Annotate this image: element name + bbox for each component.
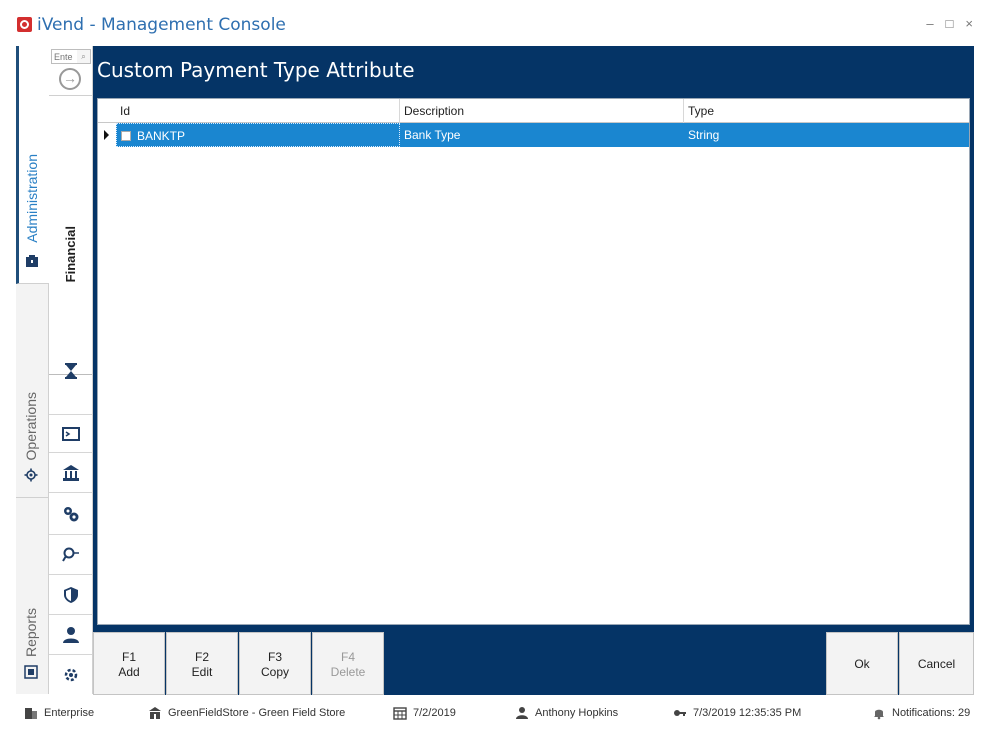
bank-icon [62, 464, 79, 481]
status-notifications[interactable]: Notifications: 29 [872, 706, 970, 720]
status-user: Anthony Hopkins [515, 706, 618, 720]
minimize-button[interactable]: – [926, 16, 933, 31]
edit-button-key: F2 [194, 650, 209, 664]
nav-item-hourglass[interactable] [49, 328, 92, 415]
edit-button-label: Edit [191, 665, 213, 679]
nav-item-settings[interactable] [49, 655, 92, 694]
key-search-icon [61, 547, 79, 562]
status-date: 7/2/2019 [393, 706, 456, 720]
status-date-text: 7/2/2019 [413, 707, 456, 719]
title-bar: iVend - Management Console – □ × [0, 0, 989, 46]
delete-button-label: Delete [330, 665, 366, 679]
add-button[interactable]: F1 Add [93, 632, 165, 695]
window-title: iVend - Management Console [37, 15, 286, 35]
nav-item-shield[interactable] [49, 575, 92, 615]
tab-reports-label: Reports [23, 608, 39, 658]
admin-icon [26, 255, 38, 267]
column-header-description[interactable]: Description [400, 99, 684, 123]
tab-reports[interactable]: Reports [16, 498, 49, 694]
status-store: GreenFieldStore - Green Field Store [148, 706, 345, 720]
status-bar: Enterprise GreenFieldStore - Green Field… [0, 697, 989, 729]
status-user-text: Anthony Hopkins [535, 707, 619, 719]
nav-item-terminal[interactable] [49, 415, 92, 453]
window-controls: – □ × [926, 16, 973, 31]
cell-id[interactable]: BANKTP [116, 123, 400, 147]
tab-operations-label: Operations [23, 392, 39, 461]
edit-button[interactable]: F2 Edit [166, 632, 238, 695]
tab-administration-label: Administration [24, 154, 40, 243]
add-button-label: Add [118, 665, 140, 679]
navigation-column: ⌕ → Financial [49, 46, 93, 694]
delete-button[interactable]: F4 Delete [312, 632, 384, 695]
copy-button[interactable]: F3 Copy [239, 632, 311, 695]
copy-button-key: F3 [267, 650, 282, 664]
go-arrow-icon[interactable]: → [59, 68, 81, 90]
terminal-icon [61, 426, 80, 441]
column-header-type[interactable]: Type [684, 99, 969, 123]
data-grid: Id Description Type BANKTP Bank Type Str… [97, 98, 970, 625]
status-enterprise-text: Enterprise [44, 707, 95, 719]
report-icon [24, 665, 38, 679]
status-enterprise: Enterprise [24, 706, 94, 720]
grid-header: Id Description Type [98, 99, 969, 123]
cancel-button[interactable]: Cancel [899, 632, 974, 695]
add-button-key: F1 [121, 650, 136, 664]
page-header: Custom Payment Type Attribute [93, 46, 974, 92]
tab-operations[interactable]: Operations [16, 284, 49, 498]
shield-icon [63, 586, 78, 603]
nav-section-label: Financial [63, 226, 78, 283]
nav-item-bank[interactable] [49, 453, 92, 493]
nav-item-user[interactable] [49, 615, 92, 655]
status-login-time-text: 7/3/2019 12:35:35 PM [693, 707, 802, 719]
close-button[interactable]: × [965, 16, 973, 31]
vertical-tab-strip: Administration Operations Reports [16, 46, 49, 694]
app-logo-icon [17, 17, 32, 32]
user-icon [516, 707, 528, 719]
nav-item-gears[interactable] [49, 493, 92, 535]
bell-icon [874, 709, 884, 720]
ok-button[interactable]: Ok [826, 632, 898, 695]
nav-item-key-search[interactable] [49, 535, 92, 575]
hourglass-icon [64, 363, 77, 379]
maximize-button[interactable]: □ [946, 16, 954, 31]
cell-id-text: BANKTP [137, 129, 186, 143]
footer-button-bar: F1 Add F2 Edit F3 Copy F4 Delete Ok Canc… [93, 632, 974, 695]
status-store-text: GreenFieldStore - Green Field Store [168, 707, 346, 719]
cell-description[interactable]: Bank Type [400, 123, 684, 147]
column-header-id[interactable]: Id [116, 99, 400, 123]
gears-icon [63, 506, 78, 521]
row-checkbox[interactable] [121, 131, 131, 141]
table-row[interactable]: BANKTP Bank Type String [98, 123, 969, 147]
settings-gear-icon [64, 668, 77, 681]
tab-administration[interactable]: Administration [16, 46, 49, 284]
page-title: Custom Payment Type Attribute [97, 58, 415, 82]
row-indicator-icon [104, 130, 109, 140]
search-icon[interactable]: ⌕ [77, 50, 90, 63]
main-panel: Id Description Type BANKTP Bank Type Str… [93, 92, 974, 632]
building-icon [25, 708, 37, 719]
gear-icon [24, 468, 38, 482]
user-icon [62, 626, 79, 643]
status-login-time: 7/3/2019 12:35:35 PM [673, 706, 801, 720]
calendar-icon [393, 707, 407, 720]
status-notifications-text: Notifications: 29 [892, 707, 971, 719]
key-icon [674, 710, 686, 716]
store-icon [149, 707, 161, 719]
copy-button-label: Copy [260, 665, 289, 679]
delete-button-key: F4 [340, 650, 355, 664]
cell-type[interactable]: String [684, 123, 969, 147]
